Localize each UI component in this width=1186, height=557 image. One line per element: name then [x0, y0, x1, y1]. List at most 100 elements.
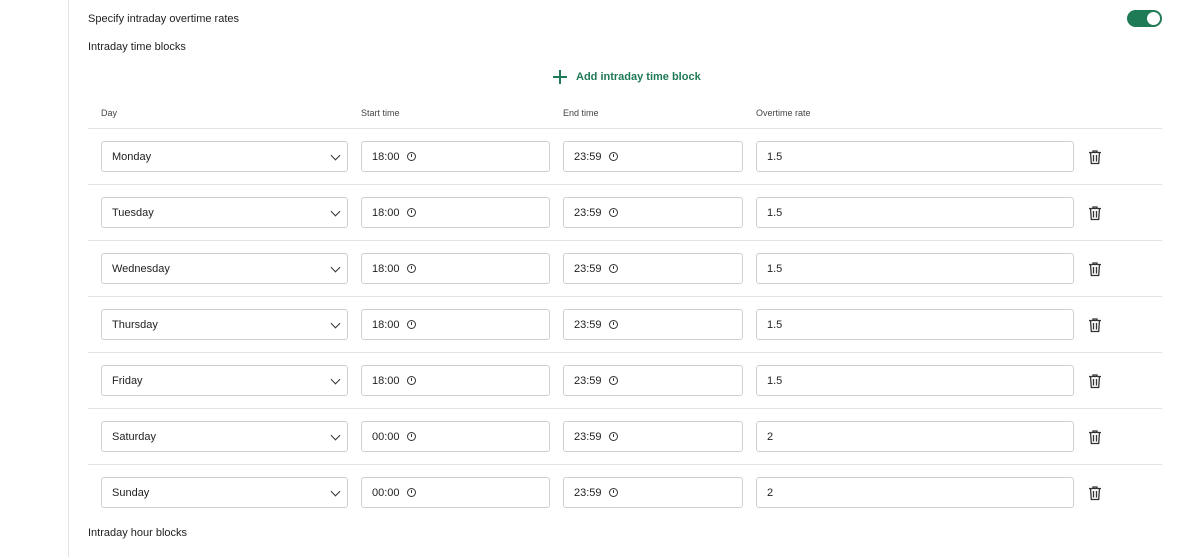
table-row: Monday 18:00 23:59 1.5 [88, 129, 1162, 185]
start-time-value: 18:00 [372, 206, 400, 219]
day-select[interactable]: Sunday [101, 477, 348, 508]
clock-icon[interactable] [608, 432, 618, 441]
day-select[interactable]: Friday [101, 365, 348, 396]
overtime-rate-input[interactable]: 1.5 [756, 253, 1074, 284]
trash-icon[interactable] [1088, 149, 1102, 165]
clock-icon[interactable] [406, 432, 416, 441]
end-time-value: 23:59 [574, 262, 602, 275]
overtime-rate-value: 1.5 [767, 150, 783, 163]
end-time-input[interactable]: 23:59 [563, 141, 743, 172]
overtime-rate-input[interactable]: 2 [756, 477, 1074, 508]
column-header-overtime-rate: Overtime rate [756, 108, 811, 118]
column-header-start-time: Start time [361, 108, 400, 118]
time-blocks-table: Day Start time End time Overtime rate Mo… [88, 100, 1162, 520]
overtime-rate-value: 2 [767, 430, 774, 443]
clock-icon[interactable] [406, 320, 416, 329]
clock-icon[interactable] [608, 152, 618, 161]
end-time-value: 23:59 [574, 318, 602, 331]
time-blocks-title: Intraday time blocks [88, 41, 186, 53]
chevron-down-icon [330, 150, 341, 161]
trash-icon[interactable] [1088, 373, 1102, 389]
trash-icon[interactable] [1088, 485, 1102, 501]
start-time-input[interactable]: 18:00 [361, 309, 550, 340]
table-row: Friday 18:00 23:59 1.5 [88, 353, 1162, 409]
day-select-value: Sunday [112, 486, 150, 499]
left-rail-divider [68, 0, 69, 557]
plus-icon [553, 70, 567, 84]
start-time-value: 00:00 [372, 430, 400, 443]
table-row: Saturday 00:00 23:59 2 [88, 409, 1162, 465]
overtime-rate-value: 2 [767, 486, 774, 499]
start-time-value: 18:00 [372, 262, 400, 275]
day-select-value: Wednesday [112, 262, 170, 275]
day-select[interactable]: Monday [101, 141, 348, 172]
day-select[interactable]: Wednesday [101, 253, 348, 284]
chevron-down-icon [330, 374, 341, 385]
day-select[interactable]: Tuesday [101, 197, 348, 228]
day-select[interactable]: Thursday [101, 309, 348, 340]
overtime-rate-input[interactable]: 1.5 [756, 309, 1074, 340]
day-select-value: Saturday [112, 430, 157, 443]
overtime-rate-input[interactable]: 1.5 [756, 141, 1074, 172]
end-time-input[interactable]: 23:59 [563, 253, 743, 284]
day-select-value: Monday [112, 150, 152, 163]
start-time-input[interactable]: 18:00 [361, 253, 550, 284]
start-time-value: 18:00 [372, 318, 400, 331]
clock-icon[interactable] [406, 208, 416, 217]
clock-icon[interactable] [406, 488, 416, 497]
end-time-input[interactable]: 23:59 [563, 421, 743, 452]
clock-icon[interactable] [406, 264, 416, 273]
day-select-value: Tuesday [112, 206, 154, 219]
end-time-input[interactable]: 23:59 [563, 309, 743, 340]
clock-icon[interactable] [406, 376, 416, 385]
toggle-knob [1147, 12, 1160, 25]
end-time-value: 23:59 [574, 486, 602, 499]
table-row: Sunday 00:00 23:59 2 [88, 465, 1162, 520]
overtime-rate-input[interactable]: 2 [756, 421, 1074, 452]
overtime-rate-value: 1.5 [767, 206, 783, 219]
add-time-block-button[interactable]: Add intraday time block [553, 69, 701, 85]
clock-icon[interactable] [608, 376, 618, 385]
day-select[interactable]: Saturday [101, 421, 348, 452]
chevron-down-icon [330, 430, 341, 441]
clock-icon[interactable] [608, 264, 618, 273]
end-time-input[interactable]: 23:59 [563, 365, 743, 396]
start-time-input[interactable]: 18:00 [361, 365, 550, 396]
table-header: Day Start time End time Overtime rate [88, 100, 1162, 129]
clock-icon[interactable] [608, 488, 618, 497]
trash-icon[interactable] [1088, 429, 1102, 445]
table-row: Tuesday 18:00 23:59 1.5 [88, 185, 1162, 241]
overtime-rate-input[interactable]: 1.5 [756, 365, 1074, 396]
column-header-end-time: End time [563, 108, 599, 118]
chevron-down-icon [330, 206, 341, 217]
start-time-input[interactable]: 00:00 [361, 421, 550, 452]
overtime-rate-value: 1.5 [767, 262, 783, 275]
overtime-toggle[interactable] [1127, 10, 1162, 27]
trash-icon[interactable] [1088, 261, 1102, 277]
start-time-input[interactable]: 18:00 [361, 197, 550, 228]
clock-icon[interactable] [406, 152, 416, 161]
overtime-toggle-row: Specify intraday overtime rates [88, 10, 1162, 30]
clock-icon[interactable] [608, 320, 618, 329]
end-time-input[interactable]: 23:59 [563, 477, 743, 508]
chevron-down-icon [330, 486, 341, 497]
table-row: Wednesday 18:00 23:59 1.5 [88, 241, 1162, 297]
trash-icon[interactable] [1088, 317, 1102, 333]
overtime-rate-value: 1.5 [767, 318, 783, 331]
day-select-value: Thursday [112, 318, 158, 331]
overtime-rate-input[interactable]: 1.5 [756, 197, 1074, 228]
day-select-value: Friday [112, 374, 143, 387]
trash-icon[interactable] [1088, 205, 1102, 221]
table-row: Thursday 18:00 23:59 1.5 [88, 297, 1162, 353]
chevron-down-icon [330, 318, 341, 329]
table-body: Monday 18:00 23:59 1.5 Tuesday 18:00 23:59 1.5 W… [88, 129, 1162, 520]
end-time-input[interactable]: 23:59 [563, 197, 743, 228]
chevron-down-icon [330, 262, 341, 273]
start-time-input[interactable]: 00:00 [361, 477, 550, 508]
column-header-day: Day [101, 108, 118, 118]
start-time-value: 18:00 [372, 150, 400, 163]
end-time-value: 23:59 [574, 206, 602, 219]
end-time-value: 23:59 [574, 430, 602, 443]
clock-icon[interactable] [608, 208, 618, 217]
start-time-input[interactable]: 18:00 [361, 141, 550, 172]
